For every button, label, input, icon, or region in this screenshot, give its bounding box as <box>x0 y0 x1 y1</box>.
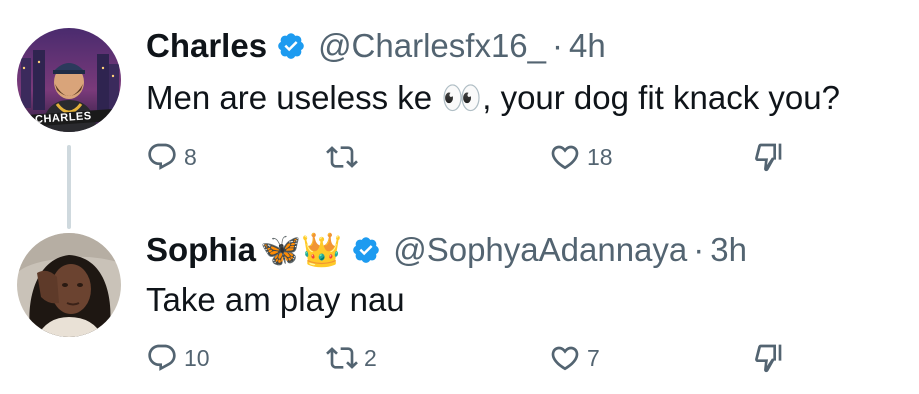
tweet-header: Charles @Charlesfx16_ · 4h <box>146 26 606 66</box>
reply-icon <box>148 143 176 170</box>
tweet-text: Take am play nau <box>146 280 405 320</box>
like-count: 18 <box>587 143 613 170</box>
display-name[interactable]: Sophia <box>146 230 256 270</box>
avatar-charles[interactable]: CHARLES <box>17 28 121 132</box>
tweet-text: Men are useless ke 👀 , your dog fit knac… <box>146 78 840 118</box>
dislike-button[interactable] <box>752 340 784 376</box>
separator-dot: · <box>693 231 705 268</box>
avatar-sophia[interactable] <box>17 233 121 337</box>
timestamp[interactable]: 3h <box>710 230 747 270</box>
dislike-button[interactable] <box>752 139 784 175</box>
reply-button[interactable]: 10 <box>146 340 210 376</box>
like-button[interactable]: 7 <box>549 340 600 376</box>
like-icon <box>551 145 579 170</box>
dislike-icon <box>755 143 782 172</box>
reply-button[interactable]: 8 <box>146 139 197 175</box>
tweet-actions: 10 2 7 <box>146 340 786 376</box>
tweet-sophia[interactable]: Sophia 🦋👑 @SophyaAdannaya · 3h Take am p… <box>0 215 919 394</box>
retweet-icon <box>326 347 358 369</box>
tweet-header: Sophia 🦋👑 @SophyaAdannaya · 3h <box>146 230 747 270</box>
like-count: 7 <box>587 344 600 371</box>
dislike-icon <box>755 344 782 373</box>
eyes-emoji: 👀 <box>441 79 483 116</box>
verified-badge-icon <box>353 237 380 263</box>
display-name[interactable]: Charles <box>146 26 267 66</box>
tweet-text-rest: , your dog fit knack you? <box>482 79 840 116</box>
tweet-text-part: Take am play nau <box>146 281 405 318</box>
verified-badge-icon <box>278 33 304 59</box>
tweet-charles[interactable]: CHARLES Charles @Charlesfx16_ · 4h Men a… <box>0 0 919 229</box>
retweet-count: 2 <box>364 344 377 371</box>
reply-count: 10 <box>184 344 210 371</box>
reply-count: 8 <box>184 143 197 170</box>
retweet-button[interactable] <box>326 139 364 175</box>
user-handle[interactable]: @Charlesfx16_ <box>318 26 546 66</box>
reply-icon <box>148 344 176 371</box>
like-icon <box>551 346 579 371</box>
name-emojis: 🦋👑 <box>260 231 343 268</box>
user-handle[interactable]: @SophyaAdannaya <box>393 230 687 270</box>
like-button[interactable]: 18 <box>549 139 613 175</box>
tweet-actions: 8 18 <box>146 139 786 175</box>
separator-dot: · <box>552 27 564 64</box>
timestamp[interactable]: 4h <box>569 26 606 66</box>
tweet-text-part: Men are useless ke <box>146 79 433 116</box>
retweet-button[interactable]: 2 <box>326 340 377 376</box>
retweet-icon <box>326 146 358 168</box>
